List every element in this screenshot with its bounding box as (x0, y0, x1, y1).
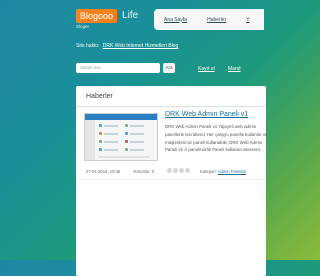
thumbnail-dot (99, 132, 102, 135)
site-logo[interactable]: Blogooo Life (76, 8, 139, 23)
thumbnail-row (130, 133, 144, 135)
search-button[interactable]: Ara (163, 63, 175, 73)
thumbnail-dot (125, 148, 128, 151)
login-link[interactable]: Mand (228, 66, 241, 72)
site-tagline: Sloger (76, 24, 90, 29)
site-about: Site hakkı: DRK Web Internet Hizmetleri … (76, 43, 178, 49)
post-category: Kategori: Admin Paneleri (200, 169, 246, 174)
thumbnail-row (99, 156, 149, 158)
nav-item-home[interactable]: Ana Sayfa (164, 17, 187, 23)
panel-title: Haberler (86, 93, 113, 100)
site-about-link[interactable]: DRK Web Internet Hizmetleri Blog (103, 43, 179, 49)
nav-item-truncated[interactable]: Y (246, 17, 249, 23)
category-link[interactable]: Admin Paneleri (218, 169, 246, 174)
thumbnail-dot (99, 140, 102, 143)
thumbnail-header (85, 114, 157, 120)
thumbnail-dot (125, 140, 128, 143)
star-icon[interactable] (179, 168, 184, 173)
search-input[interactable]: Sitede ara (76, 63, 160, 73)
thumbnail-dot (125, 132, 128, 135)
star-icon[interactable] (185, 168, 190, 173)
logo-badge: Blogooo (76, 8, 118, 23)
thumbnail-dot (99, 148, 102, 151)
panel-divider (76, 106, 266, 107)
post-thumbnail[interactable] (84, 113, 158, 161)
post-comments[interactable]: Yorumlar: 0 (133, 169, 154, 174)
nav-item-news[interactable]: Haberler (207, 17, 226, 23)
thumbnail-row (104, 125, 118, 127)
thumbnail-row (130, 149, 144, 151)
star-icon[interactable] (173, 168, 178, 173)
thumbnail-row (104, 141, 118, 143)
post-date: 27-01-2016, 10:40 (86, 169, 121, 174)
thumbnail-row (104, 133, 118, 135)
logo-suffix: Life (122, 10, 139, 21)
register-link[interactable]: Kayıt ol (198, 66, 215, 72)
thumbnail-row (130, 125, 144, 127)
news-panel: Haberler DRK Web Admin Paneli v1 DRK Web… (76, 86, 268, 276)
post-description: DRK Web Admin Paneli v1 Yapıyeli web adm… (165, 124, 268, 153)
thumbnail-dot (99, 124, 102, 127)
post-title-link[interactable]: DRK Web Admin Paneli v1 (165, 111, 248, 118)
meta-divider (76, 179, 266, 180)
thumbnail-row (104, 149, 118, 151)
category-label: Kategori: (200, 169, 217, 174)
site-about-label: Site hakkı: (76, 43, 100, 49)
thumbnail-row (130, 141, 144, 143)
thumbnail-dot (125, 124, 128, 127)
star-icon[interactable] (167, 168, 172, 173)
rating-stars[interactable] (167, 168, 191, 173)
thumbnail-sidebar (85, 120, 95, 160)
top-navigation: Ana Sayfa Haberler Y (154, 9, 264, 30)
